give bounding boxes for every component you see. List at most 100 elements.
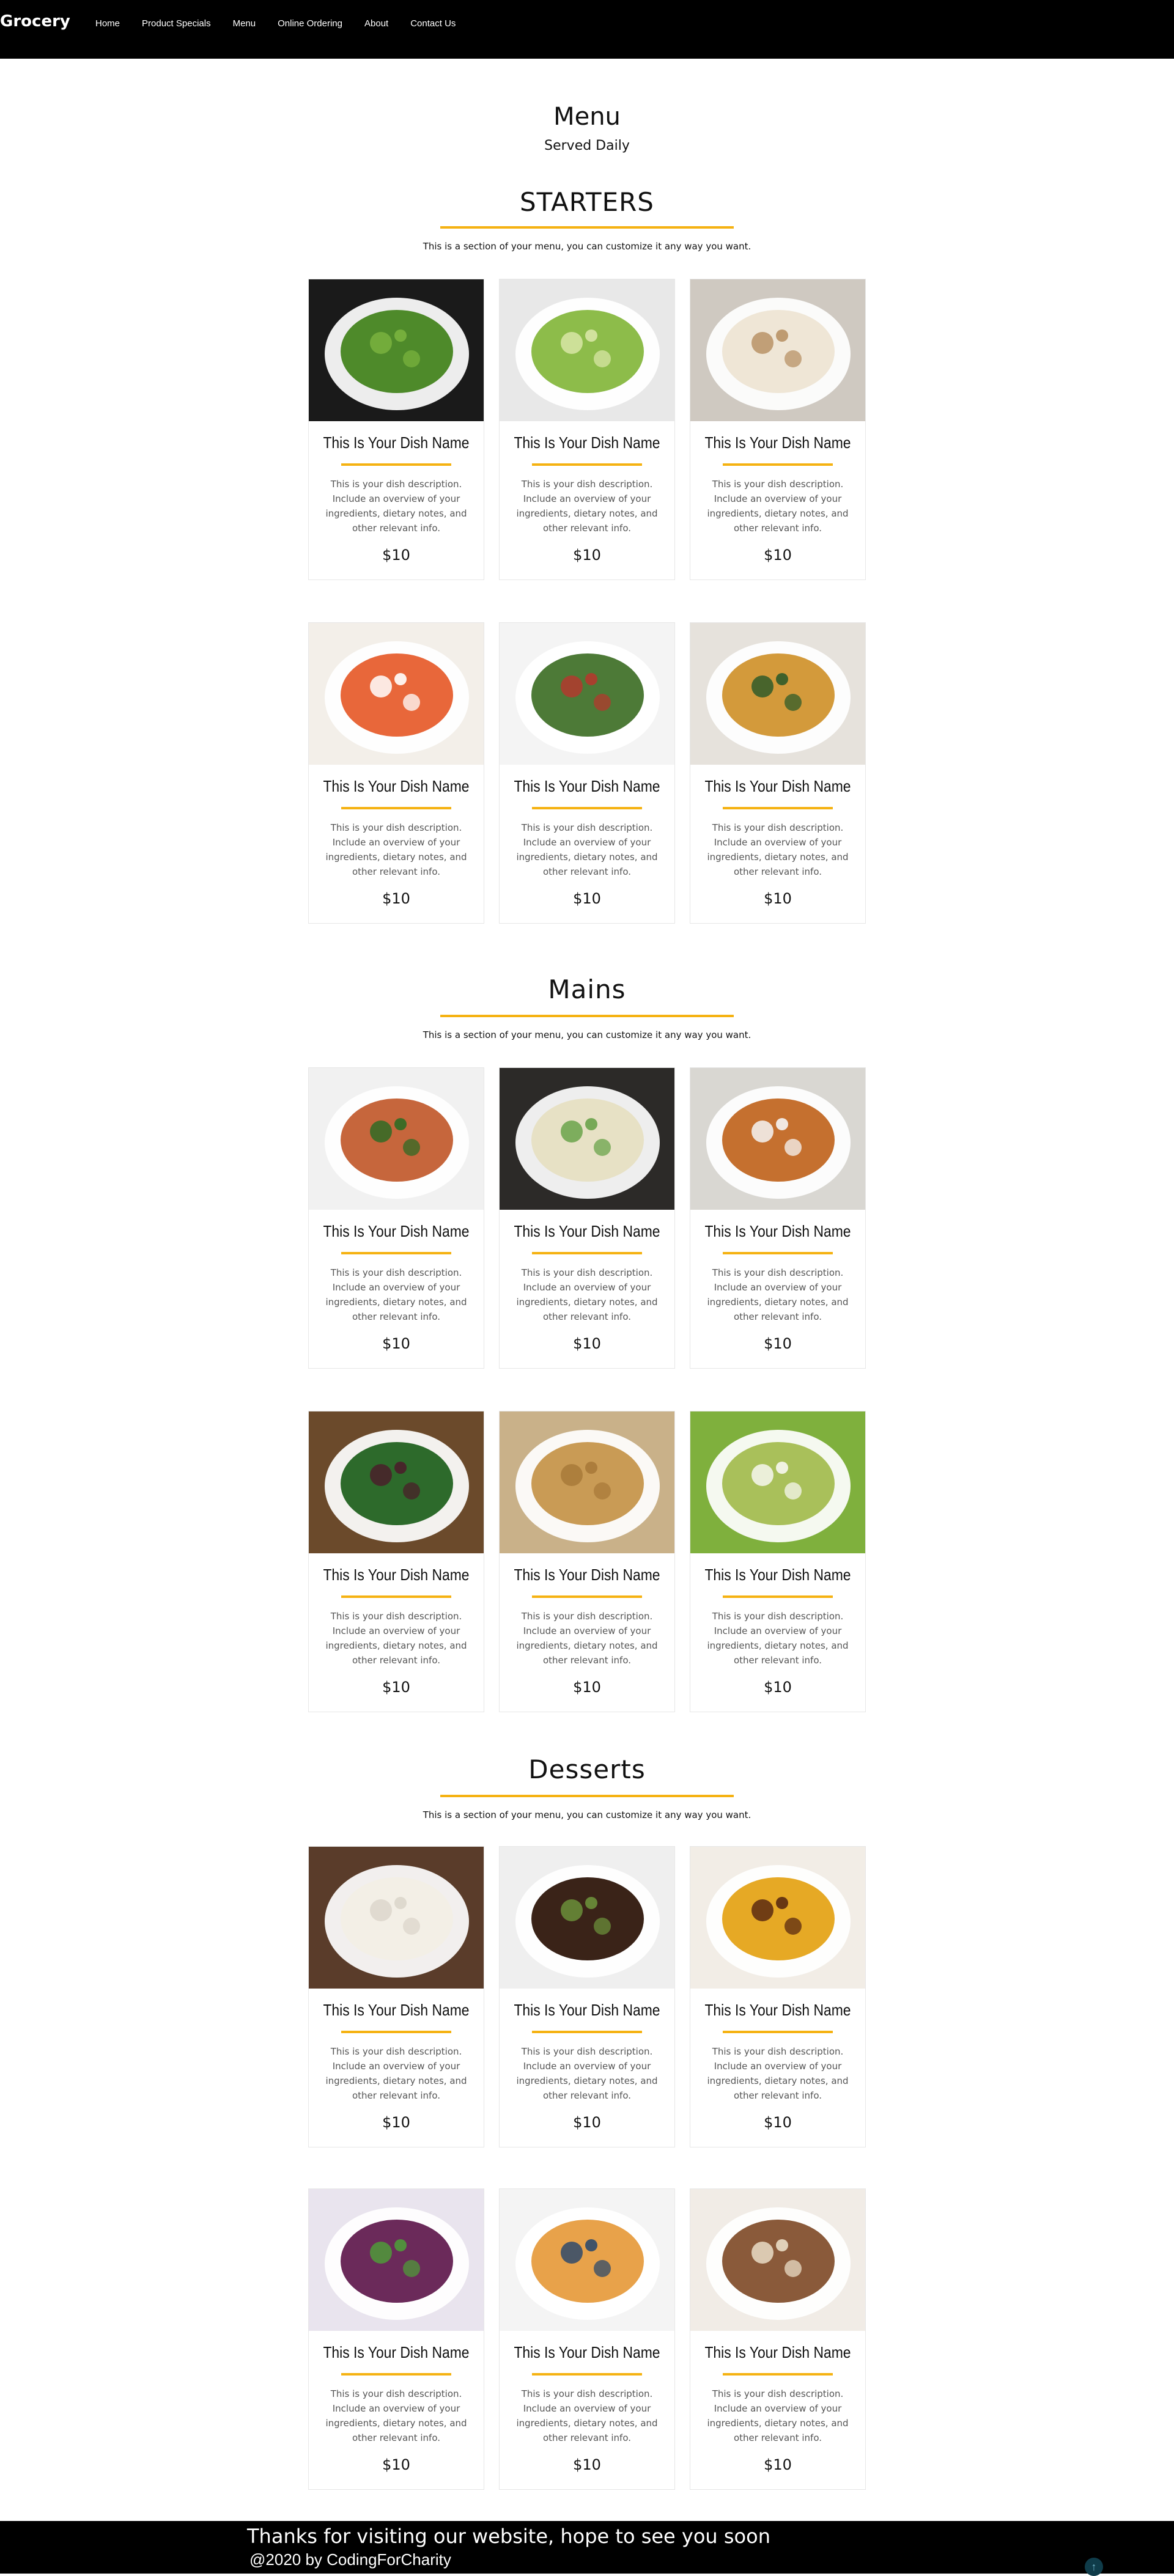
dish-description: This is your dish description. Include a… xyxy=(325,2388,467,2443)
dish-photo xyxy=(309,1847,484,1989)
dish-name: This Is Your Dish Name xyxy=(514,777,660,795)
dish-photo xyxy=(500,1847,674,1989)
dish-description: This is your dish description. Include a… xyxy=(707,1611,849,1666)
dish-name: This Is Your Dish Name xyxy=(514,1222,660,1240)
dish-name: This Is Your Dish Name xyxy=(704,1566,851,1584)
nav-about[interactable]: About xyxy=(364,18,388,29)
dish-name: This Is Your Dish Name xyxy=(704,2001,851,2019)
section-divider xyxy=(440,1795,734,1797)
dish-price: $10 xyxy=(382,2456,410,2473)
dish-photo xyxy=(690,279,865,421)
dish-name: This Is Your Dish Name xyxy=(323,433,470,452)
dish-name: This Is Your Dish Name xyxy=(323,2001,470,2019)
dish-name: This Is Your Dish Name xyxy=(704,1222,851,1240)
dish-divider xyxy=(532,1595,642,1598)
dish-price: $10 xyxy=(573,1335,601,1352)
dish-photo xyxy=(309,2189,484,2331)
nav-menu[interactable]: Menu xyxy=(233,18,256,29)
dish-photo xyxy=(500,623,674,765)
dish-card: This Is Your Dish Name This is your dish… xyxy=(499,622,675,924)
dish-divider xyxy=(341,1595,451,1598)
dish-name: This Is Your Dish Name xyxy=(323,2343,470,2361)
dish-description: This is your dish description. Include a… xyxy=(325,822,467,877)
dish-photo xyxy=(309,279,484,421)
dish-description: This is your dish description. Include a… xyxy=(707,1267,849,1322)
dish-price: $10 xyxy=(382,2114,410,2131)
footer-copyright: @2020 by CodingForCharity xyxy=(249,2550,451,2569)
section-title-mains: Mains xyxy=(548,974,626,1004)
dish-card: This Is Your Dish Name This is your dish… xyxy=(308,622,484,924)
dish-card: This Is Your Dish Name This is your dish… xyxy=(308,1067,484,1369)
dish-divider xyxy=(341,2373,451,2375)
dish-card: This Is Your Dish Name This is your dish… xyxy=(499,1846,675,2147)
dish-price: $10 xyxy=(573,890,601,907)
dish-description: This is your dish description. Include a… xyxy=(325,1267,467,1322)
dish-card: This Is Your Dish Name This is your dish… xyxy=(690,1067,866,1369)
dish-description: This is your dish description. Include a… xyxy=(707,2046,849,2101)
dish-price: $10 xyxy=(382,1679,410,1696)
dish-card: This Is Your Dish Name This is your dish… xyxy=(308,279,484,580)
dish-price: $10 xyxy=(764,1335,792,1352)
nav-product-specials[interactable]: Product Specials xyxy=(142,18,211,29)
dish-name: This Is Your Dish Name xyxy=(704,777,851,795)
dish-photo xyxy=(500,279,674,421)
dish-photo xyxy=(309,1411,484,1553)
dish-description: This is your dish description. Include a… xyxy=(516,2046,658,2101)
dish-divider xyxy=(341,1252,451,1254)
dish-photo xyxy=(500,2189,674,2331)
dish-name: This Is Your Dish Name xyxy=(514,1566,660,1584)
dish-photo xyxy=(690,623,865,765)
dish-price: $10 xyxy=(382,890,410,907)
dish-photo xyxy=(500,1068,674,1210)
section-divider xyxy=(440,1015,734,1017)
section-title-starters: STARTERS xyxy=(520,187,654,217)
dish-description: This is your dish description. Include a… xyxy=(707,822,849,877)
dish-card: This Is Your Dish Name This is your dish… xyxy=(308,1411,484,1712)
dish-divider xyxy=(532,2031,642,2033)
nav-home[interactable]: Home xyxy=(95,18,120,29)
dish-card: This Is Your Dish Name This is your dish… xyxy=(499,2188,675,2490)
dish-price: $10 xyxy=(764,1679,792,1696)
dish-card: This Is Your Dish Name This is your dish… xyxy=(690,2188,866,2490)
page-title: Menu xyxy=(553,103,621,131)
dish-name: This Is Your Dish Name xyxy=(323,1566,470,1584)
footer: Thanks for visiting our website, hope to… xyxy=(0,2521,1174,2576)
dish-price: $10 xyxy=(764,2114,792,2131)
dish-photo xyxy=(690,1411,865,1553)
dish-price: $10 xyxy=(382,546,410,564)
dish-card: This Is Your Dish Name This is your dish… xyxy=(690,279,866,580)
dish-description: This is your dish description. Include a… xyxy=(516,822,658,877)
dish-name: This Is Your Dish Name xyxy=(514,433,660,452)
dish-divider xyxy=(723,807,833,809)
dish-price: $10 xyxy=(573,2114,601,2131)
dish-description: This is your dish description. Include a… xyxy=(707,2388,849,2443)
dish-card: This Is Your Dish Name This is your dish… xyxy=(499,1067,675,1369)
nav-online-ordering[interactable]: Online Ordering xyxy=(278,18,342,29)
dish-description: This is your dish description. Include a… xyxy=(325,2046,467,2101)
dish-card: This Is Your Dish Name This is your dish… xyxy=(308,1846,484,2147)
dish-name: This Is Your Dish Name xyxy=(704,2343,851,2361)
nav-contact-us[interactable]: Contact Us xyxy=(410,18,456,29)
dish-price: $10 xyxy=(573,1679,601,1696)
dish-divider xyxy=(341,807,451,809)
dish-card: This Is Your Dish Name This is your dish… xyxy=(499,279,675,580)
page-subtitle: Served Daily xyxy=(544,138,630,153)
dish-divider xyxy=(723,1252,833,1254)
dish-description: This is your dish description. Include a… xyxy=(516,1267,658,1322)
dish-description: This is your dish description. Include a… xyxy=(516,1611,658,1666)
dish-price: $10 xyxy=(764,546,792,564)
top-nav-bar: Grocery Home Product Specials Menu Onlin… xyxy=(0,0,1174,59)
dish-description: This is your dish description. Include a… xyxy=(516,479,658,534)
dish-card: This Is Your Dish Name This is your dish… xyxy=(690,1411,866,1712)
dish-card: This Is Your Dish Name This is your dish… xyxy=(690,1846,866,2147)
section-note: This is a section of your menu, you can … xyxy=(423,241,751,252)
dish-divider xyxy=(341,2031,451,2033)
brand-logo-text[interactable]: Grocery xyxy=(0,12,70,31)
dish-divider xyxy=(723,2031,833,2033)
dish-divider xyxy=(723,2373,833,2375)
dish-photo xyxy=(690,1068,865,1210)
dish-price: $10 xyxy=(764,890,792,907)
section-title-desserts: Desserts xyxy=(528,1754,646,1784)
dish-photo xyxy=(500,1411,674,1553)
dish-name: This Is Your Dish Name xyxy=(514,2343,660,2361)
